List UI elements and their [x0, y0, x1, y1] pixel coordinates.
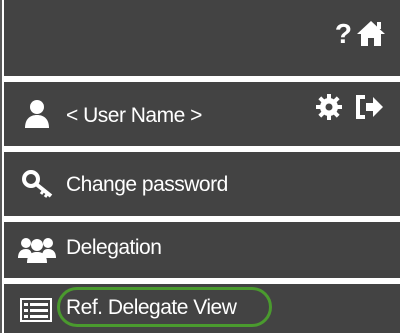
top-toolbar: ?: [4, 0, 400, 76]
key-icon: [22, 170, 54, 198]
delegation-label: Delegation: [66, 236, 162, 259]
user-row[interactable]: < User Name >: [4, 82, 400, 146]
user-name-label: < User Name >: [66, 104, 202, 127]
gear-icon[interactable]: [316, 94, 342, 120]
question-mark-icon[interactable]: ?: [335, 20, 352, 48]
change-password-item[interactable]: Change password: [4, 152, 400, 216]
list-icon: [20, 298, 52, 322]
users-group-icon: [18, 236, 56, 264]
user-icon: [24, 99, 50, 129]
change-password-label: Change password: [66, 173, 228, 196]
sign-out-icon[interactable]: [354, 94, 384, 120]
side-menu: ? < User Name > Change password Delegati…: [0, 0, 404, 333]
home-icon[interactable]: [356, 19, 386, 47]
delegation-item[interactable]: Delegation: [4, 222, 400, 278]
ref-delegate-view-item[interactable]: Ref. Delegate View: [4, 284, 400, 333]
ref-delegate-view-label: Ref. Delegate View: [66, 296, 237, 319]
